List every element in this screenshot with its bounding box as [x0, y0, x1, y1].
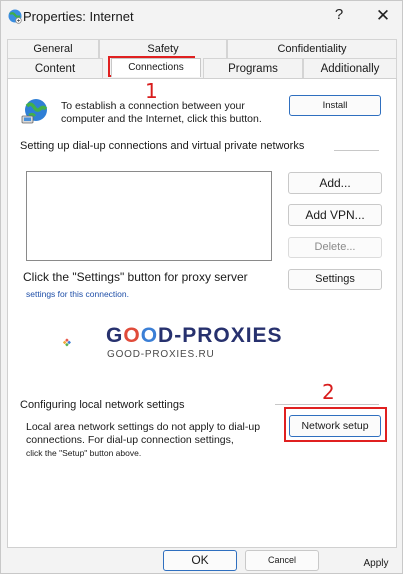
add-button[interactable]: Add... — [288, 172, 382, 194]
cancel-button[interactable]: Cancel — [245, 550, 319, 571]
tab-content[interactable]: Content — [7, 58, 103, 79]
install-description: To establish a connection between your c… — [61, 100, 262, 125]
ok-button[interactable]: OK — [163, 550, 237, 571]
tab-programs[interactable]: Programs — [203, 58, 303, 79]
connections-list[interactable] — [26, 171, 272, 261]
internet-globe-icon — [8, 9, 22, 24]
lan-divider — [275, 404, 379, 405]
dialup-heading: Setting up dial-up connections and virtu… — [20, 140, 305, 152]
lan-description: Local area network settings do not apply… — [26, 421, 261, 446]
close-button[interactable]: ✕ — [373, 6, 393, 26]
title-bar: Properties: Internet ? ✕ — [1, 1, 402, 33]
lan-heading: Configuring local network settings — [20, 399, 185, 411]
help-button[interactable]: ? — [331, 6, 347, 26]
tab-additionally[interactable]: Additionally — [303, 58, 397, 79]
proxy-instruction-sub: settings for this connection. — [26, 289, 130, 299]
add-vpn-button[interactable]: Add VPN... — [288, 204, 382, 226]
globe-network-icon — [21, 99, 48, 124]
proxy-instruction: Click the "Settings" button for proxy se… — [23, 270, 248, 284]
apply-button[interactable]: Apply — [351, 554, 401, 574]
properties-window: Properties: Internet ? ✕ General Safety … — [0, 0, 403, 574]
window-title: Properties: Internet — [23, 9, 134, 24]
watermark-url: GOOD-PROXIES.RU — [107, 349, 215, 360]
highlight-network-setup — [284, 407, 387, 442]
good-proxies-logo-icon — [63, 338, 71, 347]
dialup-divider — [334, 150, 379, 151]
tab-connections[interactable]: Connections — [111, 58, 201, 77]
settings-button[interactable]: Settings — [288, 269, 382, 290]
delete-button[interactable]: Delete... — [288, 237, 382, 258]
tab-general[interactable]: General — [7, 39, 99, 58]
tab-strip: General Safety Confidentiality Content C… — [7, 39, 397, 79]
step-marker-1: 1 — [145, 79, 158, 103]
watermark-brand: GOOD-PROXIES — [106, 324, 283, 347]
tab-confidentiality[interactable]: Confidentiality — [227, 39, 397, 58]
lan-description-sub: click the "Setup" button above. — [26, 448, 142, 458]
step-marker-2: 2 — [322, 380, 335, 404]
install-button[interactable]: Install — [289, 95, 381, 116]
